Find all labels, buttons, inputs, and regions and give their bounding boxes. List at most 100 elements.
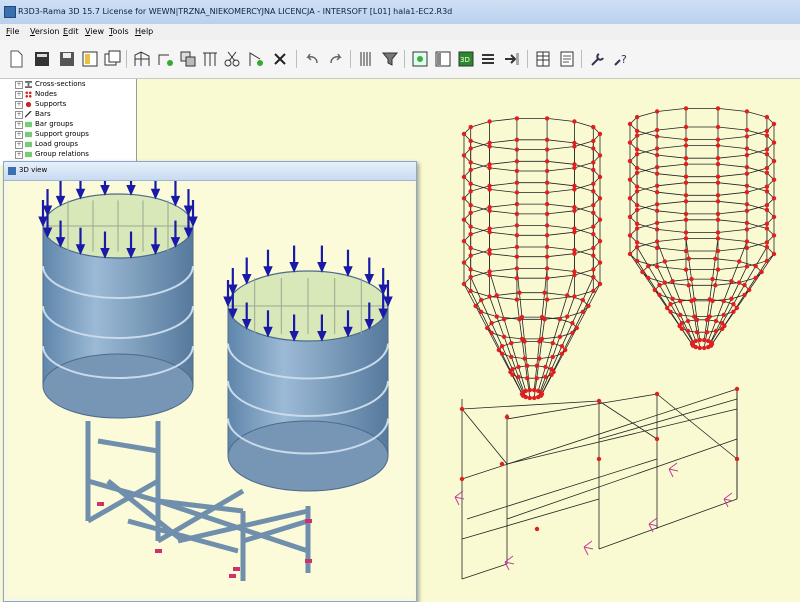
delete-icon[interactable] — [270, 49, 290, 69]
node — [634, 226, 640, 231]
menu-version[interactable]: Version — [30, 27, 59, 36]
node — [591, 138, 596, 144]
add-node-icon[interactable] — [155, 49, 175, 69]
node — [654, 220, 660, 226]
tree-item-bars[interactable]: + Bars — [0, 110, 136, 120]
undo-icon[interactable] — [302, 49, 322, 69]
node-edit-icon[interactable] — [246, 49, 266, 69]
node — [654, 264, 660, 269]
frame-brace — [506, 408, 738, 465]
3d-view-window[interactable]: 3D view — [3, 161, 417, 602]
node — [461, 281, 467, 287]
cut-icon[interactable] — [222, 49, 242, 69]
copy-window-icon[interactable] — [102, 49, 122, 69]
frame-brace — [461, 400, 600, 410]
table-icon[interactable] — [533, 49, 553, 69]
node — [744, 134, 750, 139]
expand-icon[interactable]: + — [15, 91, 23, 99]
bars-icon[interactable] — [479, 49, 499, 69]
node — [537, 356, 542, 361]
node — [580, 297, 585, 303]
node — [514, 159, 520, 164]
menu-edit[interactable]: Edit — [63, 27, 79, 36]
node — [499, 351, 505, 356]
tree-item-group-relations[interactable]: + Group relations — [0, 150, 136, 160]
expand-icon[interactable]: + — [15, 141, 23, 149]
node — [514, 201, 520, 207]
3d-render[interactable] — [8, 181, 413, 597]
frame-icon[interactable] — [132, 49, 152, 69]
node — [580, 309, 585, 315]
save-icon[interactable] — [57, 49, 77, 69]
expand-icon[interactable]: + — [15, 101, 23, 109]
menu-tools[interactable]: Tools — [109, 27, 129, 36]
silo-meridian — [463, 134, 523, 395]
node — [744, 152, 750, 158]
supports-icon — [25, 101, 32, 108]
expand-icon[interactable]: + — [15, 131, 23, 139]
import-icon[interactable] — [502, 49, 522, 69]
menu-file[interactable]: File — [6, 27, 19, 36]
toolbar: 3D ? — [0, 40, 800, 79]
node — [627, 233, 633, 238]
copy-icon[interactable] — [178, 49, 198, 69]
node — [597, 131, 603, 137]
node — [544, 116, 550, 121]
tree-item-cross-sections[interactable]: + Cross-sections — [0, 80, 136, 90]
menu-help[interactable]: Help — [135, 27, 153, 36]
3d-view-titlebar[interactable]: 3D view — [4, 162, 416, 181]
node — [634, 170, 640, 175]
node — [572, 226, 577, 231]
tree-item-nodes[interactable]: + Nodes — [0, 90, 136, 100]
node — [715, 174, 721, 179]
node — [591, 210, 596, 215]
node — [683, 161, 689, 167]
3d-view-icon[interactable]: 3D — [456, 49, 476, 69]
model-tree: + Cross-sections + Nodes + Supports + Ba… — [0, 79, 137, 165]
expand-icon[interactable]: + — [15, 111, 23, 119]
3d-view-canvas[interactable] — [8, 181, 413, 597]
view-panel-icon[interactable] — [433, 49, 453, 69]
node — [522, 356, 527, 361]
node — [683, 106, 689, 111]
silo-ring — [463, 139, 601, 172]
report-icon[interactable] — [557, 49, 577, 69]
node — [559, 344, 565, 349]
node — [744, 171, 750, 176]
menu-view[interactable]: View — [85, 27, 104, 36]
node — [764, 128, 770, 134]
node — [654, 152, 660, 158]
tree-item-supports[interactable]: + Supports — [0, 100, 136, 110]
tree-item-support-groups[interactable]: + Support groups — [0, 130, 136, 140]
expand-icon[interactable]: + — [15, 121, 23, 129]
node — [487, 294, 492, 299]
open-icon[interactable] — [32, 49, 52, 69]
node — [489, 330, 494, 336]
new-icon[interactable] — [6, 49, 26, 69]
tree-item-bar-groups[interactable]: + Bar groups — [0, 120, 136, 130]
help-icon[interactable]: ? — [612, 49, 632, 69]
node — [544, 244, 550, 250]
expand-icon[interactable]: + — [15, 81, 23, 89]
grid-icon[interactable] — [200, 49, 220, 69]
filter-icon[interactable] — [380, 49, 400, 69]
node — [461, 153, 467, 158]
preview-icon[interactable] — [80, 49, 100, 69]
node — [591, 245, 596, 251]
nodes-icon — [25, 91, 32, 98]
node — [654, 165, 660, 170]
settings-icon[interactable] — [588, 49, 608, 69]
expand-icon[interactable]: + — [15, 151, 23, 159]
node — [634, 221, 640, 226]
columns-icon[interactable] — [356, 49, 376, 69]
support-symbol — [723, 492, 734, 508]
support-foot — [155, 549, 162, 553]
frame-brace — [506, 438, 738, 520]
silo-ring — [463, 268, 601, 300]
redo-icon[interactable] — [326, 49, 346, 69]
layers-icon[interactable] — [410, 49, 430, 69]
tree-item-load-groups[interactable]: + Load groups — [0, 140, 136, 150]
silo-meridian — [516, 149, 531, 398]
node — [501, 317, 507, 322]
node — [721, 312, 726, 318]
